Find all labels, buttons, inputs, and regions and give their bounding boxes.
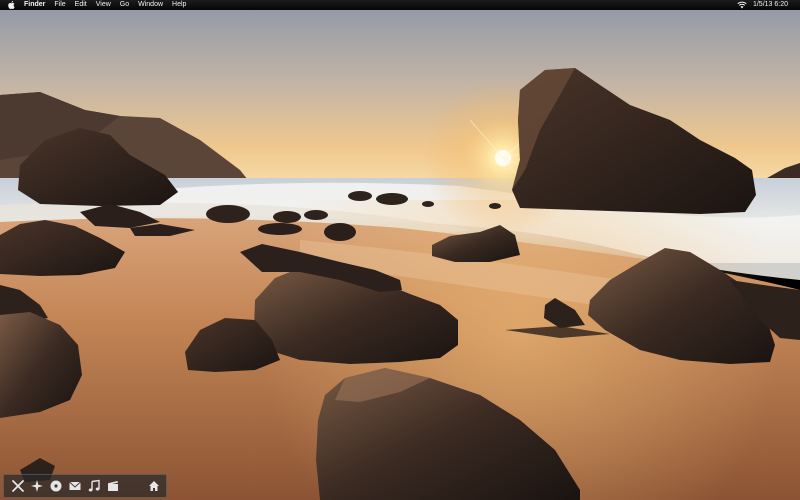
clapperboard-icon[interactable] — [106, 478, 120, 494]
menu-go[interactable]: Go — [120, 0, 129, 10]
desktop-wallpaper — [0, 0, 800, 500]
menu-finder[interactable]: Finder — [24, 0, 45, 10]
status-area: 1/5/13 6:20 — [737, 0, 800, 10]
wifi-icon[interactable] — [737, 1, 747, 9]
menu-view[interactable]: View — [96, 0, 111, 10]
menu-bar: Finder File Edit View Go Window Help 1/5… — [0, 0, 800, 10]
x-app-icon[interactable] — [11, 478, 25, 494]
disc-icon[interactable] — [49, 478, 63, 494]
menu-edit[interactable]: Edit — [75, 0, 87, 10]
beach-sunset-wallpaper — [0, 0, 800, 500]
home-icon[interactable] — [147, 478, 161, 494]
menu-file[interactable]: File — [54, 0, 65, 10]
compass-icon[interactable] — [30, 478, 44, 494]
dock — [3, 474, 167, 498]
menu-window[interactable]: Window — [138, 0, 163, 10]
menu-clock[interactable]: 1/5/13 6:20 — [753, 0, 788, 10]
music-note-icon[interactable] — [87, 478, 101, 494]
mail-icon[interactable] — [68, 478, 82, 494]
menu-help[interactable]: Help — [172, 0, 186, 10]
apple-icon[interactable] — [8, 1, 16, 9]
